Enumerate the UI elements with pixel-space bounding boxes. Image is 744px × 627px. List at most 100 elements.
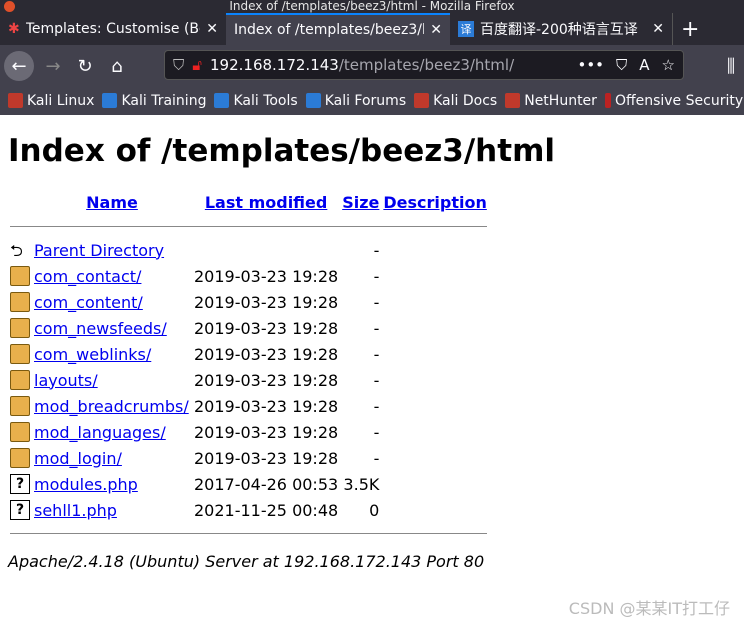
size-cell: -: [373, 370, 380, 390]
file-link[interactable]: com_contact/: [34, 267, 141, 286]
home-button[interactable]: ⌂: [102, 51, 132, 81]
unknown-file-icon: ?: [10, 474, 30, 495]
table-row: com_content/2019-03-23 19:28 -: [8, 289, 489, 315]
close-tab-icon[interactable]: ✕: [206, 21, 218, 37]
star-icon[interactable]: ☆: [662, 56, 675, 74]
server-signature: Apache/2.4.18 (Ubuntu) Server at 192.168…: [8, 552, 485, 571]
back-arrow-icon: ⮌: [10, 241, 23, 261]
offsec-icon: [604, 93, 611, 108]
description-cell: [381, 315, 488, 341]
divider: [10, 226, 487, 227]
nav-bar: ← → ↻ ⌂ ⛉ 🔓︎ 192.168.172.143/templates/b…: [0, 45, 744, 87]
browser-chrome: Index of /templates/beez3/html - Mozilla…: [0, 0, 744, 115]
new-tab-button[interactable]: +: [672, 13, 707, 45]
docs-icon: [414, 93, 430, 108]
folder-icon: [10, 370, 30, 391]
file-link[interactable]: mod_login/: [34, 449, 122, 468]
description-cell: [381, 393, 488, 419]
watermark: CSDN @某某IT打工仔: [568, 599, 730, 618]
modified-cell: [192, 237, 340, 263]
table-row: com_contact/2019-03-23 19:28 -: [8, 263, 489, 289]
modified-cell: 2021-11-25 00:48: [194, 500, 339, 520]
kali-icon: [8, 93, 23, 108]
table-row: com_newsfeeds/2019-03-23 19:28 -: [8, 315, 489, 341]
page-content: Index of /templates/beez3/html Name Last…: [0, 115, 744, 579]
bookmark-nethunter[interactable]: NetHunter: [497, 93, 597, 109]
file-link[interactable]: com_weblinks/: [34, 345, 151, 364]
bookmark-kali-docs[interactable]: Kali Docs: [406, 93, 497, 109]
modified-cell: 2019-03-23 19:28: [194, 396, 339, 416]
table-row: com_weblinks/2019-03-23 19:28 -: [8, 341, 489, 367]
description-cell: [381, 289, 488, 315]
bookmark-kali-linux[interactable]: Kali Linux: [0, 93, 94, 109]
description-cell: [381, 497, 488, 523]
folder-icon: [10, 344, 30, 365]
kali-icon: [214, 93, 230, 108]
kali-icon: [305, 93, 321, 108]
bookmark-kali-forums[interactable]: Kali Forums: [298, 93, 406, 109]
size-cell: 0: [369, 500, 380, 520]
file-link[interactable]: sehll1.php: [34, 501, 117, 520]
folder-icon: [10, 318, 30, 339]
unknown-file-icon: ?: [10, 500, 30, 521]
description-cell: [381, 263, 488, 289]
folder-icon: [10, 266, 30, 287]
modified-cell: 2019-03-23 19:28: [194, 292, 339, 312]
close-tab-icon[interactable]: ✕: [652, 21, 664, 37]
more-icon[interactable]: •••: [577, 56, 604, 74]
back-button[interactable]: ←: [4, 51, 34, 81]
tab-templates[interactable]: ✱ Templates: Customise (Be ✕: [0, 13, 226, 45]
folder-icon: [10, 396, 30, 417]
reload-button[interactable]: ↻: [70, 51, 100, 81]
size-cell: -: [373, 266, 380, 286]
file-link[interactable]: layouts/: [34, 371, 98, 390]
insecure-lock-icon: 🔓︎: [192, 56, 202, 74]
file-link[interactable]: mod_breadcrumbs/: [34, 397, 189, 416]
size-cell: -: [373, 344, 380, 364]
forward-button[interactable]: →: [38, 51, 68, 81]
size-cell: -: [373, 422, 380, 442]
pocket-icon[interactable]: ⛉: [616, 56, 627, 74]
icon-header: [8, 189, 32, 216]
size-cell: -: [373, 396, 380, 416]
file-link[interactable]: com_content/: [34, 293, 143, 312]
size-cell: -: [373, 318, 380, 338]
size-cell: -: [373, 240, 380, 260]
tab-index[interactable]: Index of /templates/beez3/ht ✕: [226, 13, 450, 45]
description-cell: [381, 237, 488, 263]
bookmark-offensive-security[interactable]: Offensive Security: [597, 93, 743, 109]
file-link[interactable]: com_newsfeeds/: [34, 319, 167, 338]
table-row: ? sehll1.php 2021-11-25 00:48 0: [8, 497, 489, 523]
description-cell: [381, 445, 488, 471]
bookmarks-bar: Kali Linux Kali Training Kali Tools Kali…: [0, 87, 744, 115]
modified-cell: 2017-04-26 00:53: [194, 474, 339, 494]
modified-cell: 2019-03-23 19:28: [194, 422, 339, 442]
library-icon[interactable]: ⫼: [716, 51, 744, 81]
table-row: ? modules.php 2017-04-26 00:53 3.5K: [8, 471, 489, 497]
file-link[interactable]: modules.php: [34, 475, 138, 494]
baidu-translate-icon: 译: [458, 21, 474, 37]
sort-name-link[interactable]: Name: [86, 193, 138, 212]
tab-strip: ✱ Templates: Customise (Be ✕ Index of /tem…: [0, 13, 744, 45]
folder-icon: [10, 448, 30, 469]
bookmark-kali-training[interactable]: Kali Training: [94, 93, 206, 109]
sort-description-link[interactable]: Description: [383, 193, 486, 212]
url-bar[interactable]: ⛉ 🔓︎ 192.168.172.143/templates/beez3/htm…: [164, 50, 684, 80]
kali-icon: [102, 93, 118, 108]
table-row: layouts/2019-03-23 19:28 -: [8, 367, 489, 393]
modified-cell: 2019-03-23 19:28: [194, 318, 339, 338]
divider: [10, 533, 487, 534]
file-link[interactable]: Parent Directory: [34, 241, 164, 260]
directory-listing: Name Last modified Size Description ⮌ Par…: [8, 189, 489, 544]
sort-size-link[interactable]: Size: [342, 193, 379, 212]
window-title: Index of /templates/beez3/html - Mozilla…: [229, 0, 515, 13]
modified-cell: 2019-03-23 19:28: [194, 370, 339, 390]
sort-modified-link[interactable]: Last modified: [205, 193, 328, 212]
size-cell: -: [373, 448, 380, 468]
close-tab-icon[interactable]: ✕: [430, 22, 442, 38]
tab-baidu[interactable]: 译百度翻译-200种语言互译 ✕: [450, 13, 672, 45]
table-row: ⮌ Parent Directory -: [8, 237, 489, 263]
bookmark-kali-tools[interactable]: Kali Tools: [206, 93, 298, 109]
file-link[interactable]: mod_languages/: [34, 423, 166, 442]
translate-icon[interactable]: A: [639, 56, 649, 74]
